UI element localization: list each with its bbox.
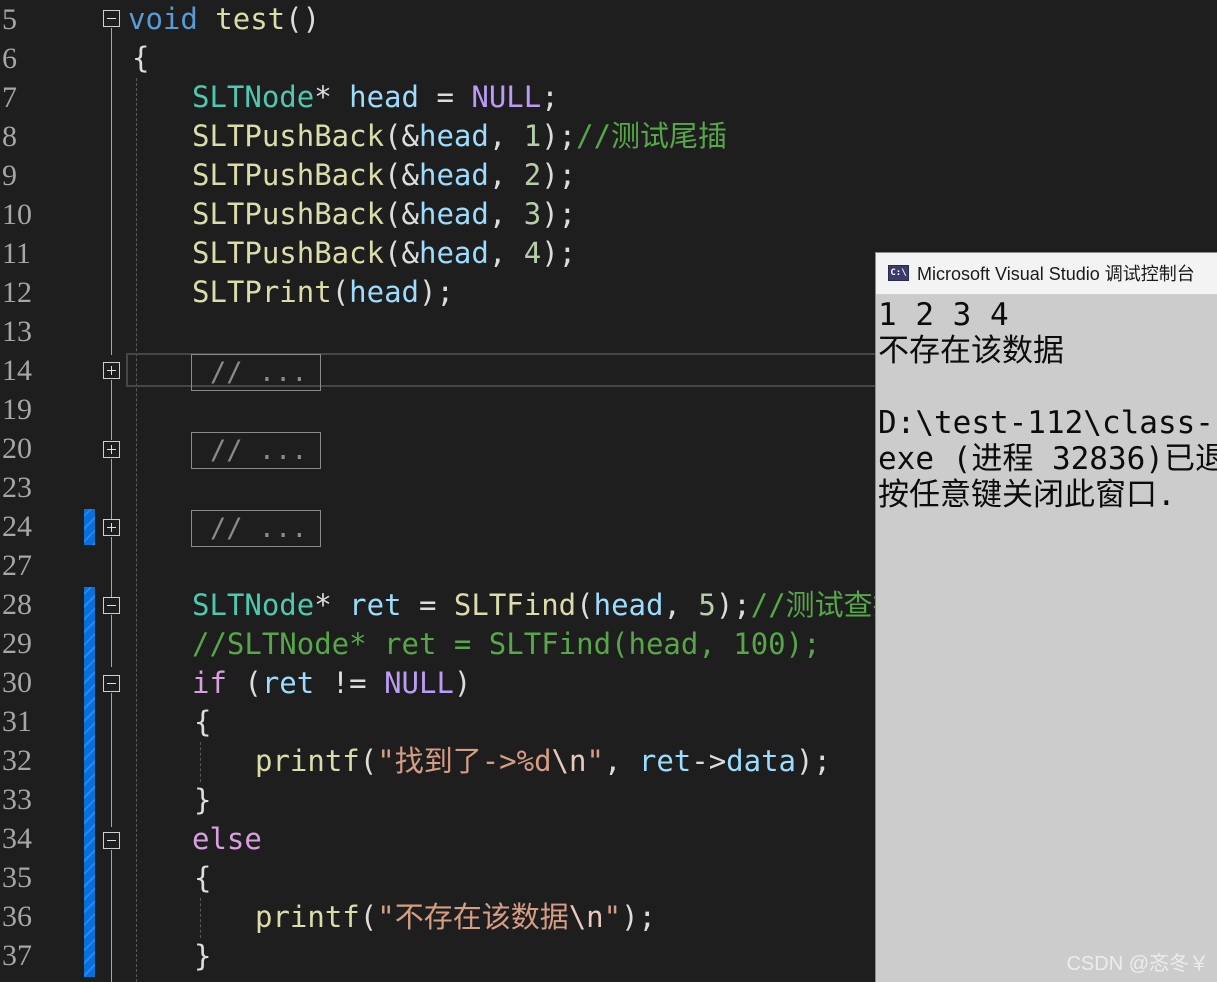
code-line-11[interactable]: SLTPushBack(&head, 4);: [192, 234, 576, 273]
line-number: 23: [2, 471, 32, 504]
code-line-31[interactable]: {: [194, 703, 211, 742]
line-number: 32: [2, 744, 32, 777]
line-number: 36: [2, 900, 32, 933]
fold-guide-line: [111, 380, 112, 440]
console-output-line: 不存在该数据: [878, 333, 1064, 369]
line-number: 31: [2, 705, 32, 738]
change-marker: [84, 509, 95, 545]
fold-guide-line: [111, 693, 112, 827]
code-line-33[interactable]: }: [194, 781, 211, 820]
line-number: 8: [2, 120, 17, 153]
code-line-29[interactable]: //SLTNode* ret = SLTFind(head, 100);: [192, 625, 821, 664]
code-line-28[interactable]: SLTNode* ret = SLTFind(head, 5);//测试查找: [192, 586, 902, 625]
console-output-line: 1 2 3 4: [878, 297, 1009, 333]
indent-guide: [136, 78, 137, 982]
expand-icon[interactable]: [103, 519, 120, 536]
collapse-icon[interactable]: [103, 675, 120, 692]
line-number: 24: [2, 510, 32, 543]
debug-console-window[interactable]: C:\ Microsoft Visual Studio 调试控制台 1 2 3 …: [875, 252, 1217, 982]
code-line-36[interactable]: printf("不存在该数据\n");: [255, 898, 656, 937]
code-line-34[interactable]: else: [192, 820, 262, 859]
fold-guide-line: [111, 615, 112, 667]
console-titlebar[interactable]: C:\ Microsoft Visual Studio 调试控制台: [876, 253, 1217, 295]
line-number: 13: [2, 315, 32, 348]
code-line-8[interactable]: SLTPushBack(&head, 1);//测试尾插: [192, 117, 727, 156]
console-output: 1 2 3 4 不存在该数据 D:\test-112\class-1 exe (进程 …: [878, 297, 1217, 513]
collapse-icon[interactable]: [103, 597, 120, 614]
code-line-30[interactable]: if (ret != NULL): [192, 664, 471, 703]
code-line-32[interactable]: printf("找到了->%d\n", ret->data);: [255, 742, 831, 781]
expand-icon[interactable]: [103, 441, 120, 458]
line-number: 7: [2, 81, 17, 114]
collapse-icon[interactable]: [103, 832, 120, 849]
collapsed-region[interactable]: // ...: [191, 354, 321, 391]
console-output-line: 按任意键关闭此窗口.: [878, 477, 1176, 513]
collapse-icon[interactable]: [103, 10, 120, 27]
line-number: 10: [2, 198, 32, 231]
console-title: Microsoft Visual Studio 调试控制台: [917, 264, 1195, 284]
fold-guide-line: [111, 459, 112, 519]
line-number: 37: [2, 939, 32, 972]
expand-icon[interactable]: [103, 362, 120, 379]
console-output-line: exe (进程 32836)已退: [878, 441, 1217, 477]
line-number: 35: [2, 861, 32, 894]
code-line-10[interactable]: SLTPushBack(&head, 3);: [192, 195, 576, 234]
code-line-9[interactable]: SLTPushBack(&head, 2);: [192, 156, 576, 195]
line-number: 33: [2, 783, 32, 816]
code-line-5[interactable]: void test(): [128, 0, 320, 39]
change-marker: [84, 587, 95, 977]
line-number: 27: [2, 549, 32, 582]
code-line-35[interactable]: {: [194, 859, 211, 898]
code-line-6[interactable]: {: [132, 39, 149, 78]
line-number: 28: [2, 588, 32, 621]
line-number: 34: [2, 822, 32, 855]
line-number: 5: [2, 3, 17, 36]
console-app-icon: C:\: [888, 265, 909, 281]
console-output-line: D:\test-112\class-1: [878, 405, 1217, 441]
collapsed-region[interactable]: // ...: [191, 432, 321, 469]
line-number: 14: [2, 354, 32, 387]
code-line-37[interactable]: }: [194, 937, 211, 976]
line-number: 9: [2, 159, 17, 192]
fold-guide-line: [111, 850, 112, 982]
line-number: 19: [2, 393, 32, 426]
indent-guide: [200, 898, 201, 938]
fold-guide-line: [111, 28, 112, 355]
watermark: CSDN @忞冬￥: [1066, 953, 1209, 975]
line-number: 11: [2, 237, 31, 270]
indent-guide: [200, 742, 201, 782]
code-line-7[interactable]: SLTNode* head = NULL;: [192, 78, 559, 117]
collapsed-region[interactable]: // ...: [191, 510, 321, 547]
line-number: 29: [2, 627, 32, 660]
line-number: 12: [2, 276, 32, 309]
fold-guide-line: [111, 537, 112, 597]
line-number: 30: [2, 666, 32, 699]
line-number: 6: [2, 42, 17, 75]
code-line-12[interactable]: SLTPrint(head);: [192, 273, 454, 312]
line-number: 20: [2, 432, 32, 465]
